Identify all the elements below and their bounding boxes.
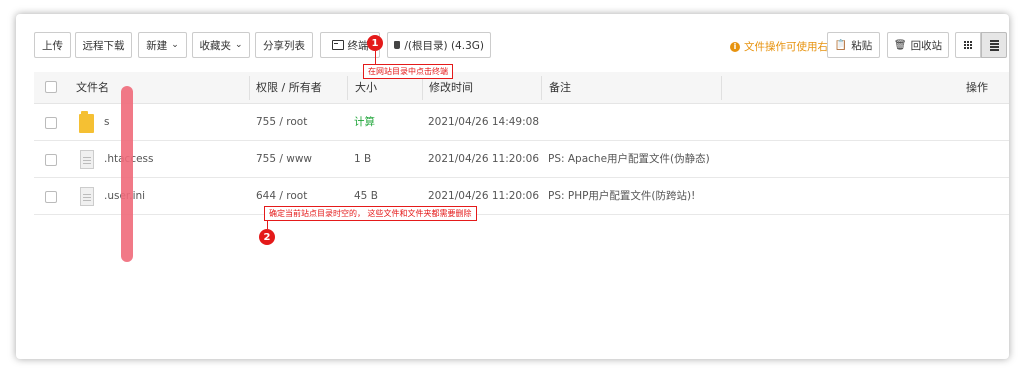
table-row[interactable]: .htaccess 755 / www 1 B 2021/04/26 11:20…: [34, 141, 1009, 178]
file-manager-window: 上传 远程下载 新建 ⌄ 收藏夹 ⌄ 分享列表 终端 /(根目录) (4.3G) i…: [16, 14, 1009, 359]
paste-label: 粘贴: [851, 39, 873, 52]
select-all-checkbox[interactable]: [45, 81, 57, 93]
terminal-label: 终端: [347, 39, 369, 52]
list-icon: [989, 39, 999, 51]
file-name[interactable]: s: [104, 104, 109, 141]
paste-button[interactable]: 📋 粘贴: [827, 32, 880, 58]
step-2-callout: 确定当前站点目录时空的， 这些文件和文件夹都需要删除: [264, 206, 477, 221]
new-dropdown-button[interactable]: 新建 ⌄: [138, 32, 187, 58]
callout-connector: [375, 51, 376, 64]
info-icon: i: [730, 41, 740, 52]
context-menu-tip: i 文件操作可使用右键: [730, 39, 839, 54]
file-permission[interactable]: 755 / root: [256, 104, 307, 141]
path-label: /(根目录) (4.3G): [404, 39, 484, 52]
recycle-bin-button[interactable]: 🗑 回收站: [887, 32, 949, 58]
row-checkbox[interactable]: [45, 154, 57, 166]
column-divider: [347, 76, 348, 100]
file-modified-time: 2021/04/26 11:20:06: [428, 153, 540, 165]
upload-label: 上传: [42, 39, 63, 52]
trash-icon: 🗑: [893, 39, 907, 51]
file-icon: [80, 150, 94, 169]
upload-button[interactable]: 上传: [34, 32, 71, 58]
file-modified-time: 2021/04/26 14:49:08: [428, 116, 540, 128]
header-operations: 操作: [966, 81, 988, 94]
terminal-icon: [331, 40, 344, 50]
file-icon: [80, 187, 94, 206]
path-selector-button[interactable]: /(根目录) (4.3G): [387, 32, 491, 58]
folder-icon: [79, 111, 94, 133]
recycle-bin-label: 回收站: [910, 39, 943, 52]
file-table-header: 文件名 权限 / 所有者 大小 修改时间 备注 操作: [34, 72, 1009, 104]
column-divider: [422, 76, 423, 100]
table-row[interactable]: s 755 / root 计算 2021/04/26 14:49:08: [34, 104, 1009, 141]
column-divider: [249, 76, 250, 100]
header-filename[interactable]: 文件名: [76, 72, 109, 104]
tip-text: 文件操作可使用右键: [744, 41, 839, 53]
file-size: 1 B: [354, 153, 372, 165]
share-list-button[interactable]: 分享列表: [255, 32, 313, 58]
new-label: 新建: [146, 39, 168, 52]
file-note: PS: Apache用户配置文件(伪静态): [548, 153, 710, 165]
file-size-calc[interactable]: 计算: [354, 104, 375, 141]
step-2-badge: 2: [259, 229, 275, 245]
favorites-label: 收藏夹: [199, 39, 231, 52]
remote-download-label: 远程下载: [82, 39, 125, 52]
callout-connector: [267, 221, 268, 229]
clipboard-icon: 📋: [834, 39, 848, 51]
header-permission[interactable]: 权限 / 所有者: [256, 72, 322, 104]
chevron-down-icon: ⌄: [234, 40, 243, 50]
favorites-dropdown-button[interactable]: 收藏夹 ⌄: [192, 32, 250, 58]
chevron-down-icon: ⌄: [171, 40, 179, 50]
step-1-callout: 在网站目录中点击终端: [363, 64, 453, 79]
toolbar: 上传 远程下载 新建 ⌄ 收藏夹 ⌄ 分享列表 终端 /(根目录) (4.3G) i…: [16, 14, 1009, 72]
file-permission[interactable]: 755 / www: [256, 141, 312, 178]
row-checkbox[interactable]: [45, 191, 57, 203]
step-1-badge: 1: [367, 35, 383, 51]
header-note: 备注: [549, 81, 571, 94]
share-list-label: 分享列表: [263, 39, 305, 52]
highlight-marker: [121, 86, 133, 262]
disk-icon: [394, 41, 401, 49]
file-note: PS: PHP用户配置文件(防跨站)!: [548, 190, 696, 202]
row-checkbox[interactable]: [45, 117, 57, 129]
grid-icon: [964, 41, 972, 49]
list-view-button[interactable]: [981, 32, 1007, 58]
grid-view-button[interactable]: [955, 32, 981, 58]
column-divider: [721, 76, 722, 100]
column-divider: [541, 76, 542, 100]
remote-download-button[interactable]: 远程下载: [75, 32, 132, 58]
table-row[interactable]: .user.ini 644 / root 45 B 2021/04/26 11:…: [34, 178, 1009, 215]
